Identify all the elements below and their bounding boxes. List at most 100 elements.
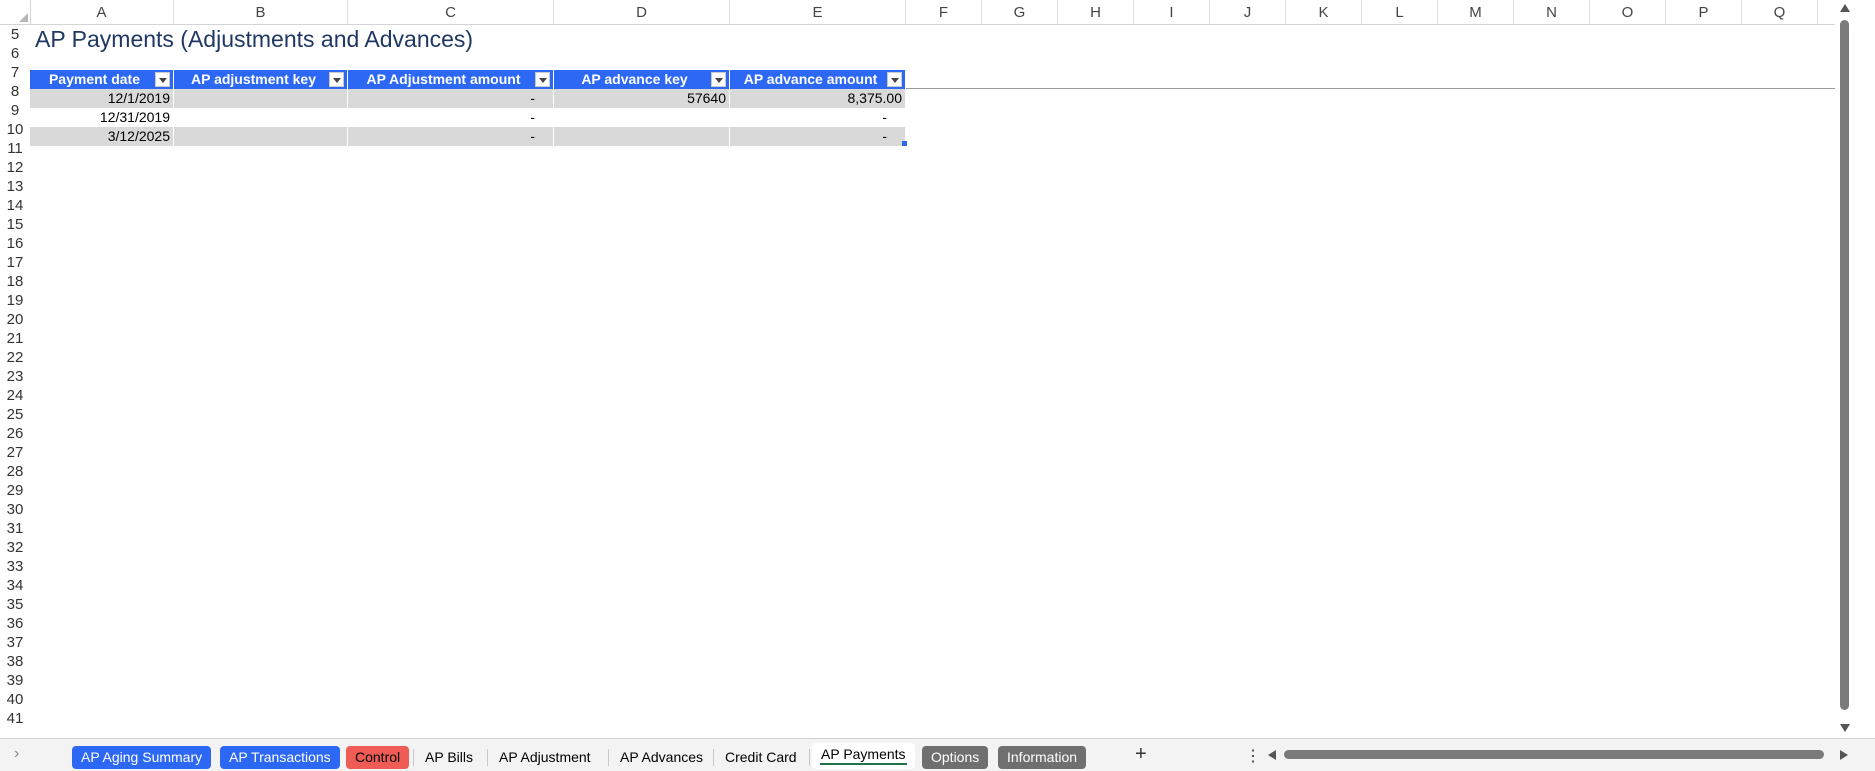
vertical-scroll-thumb[interactable] xyxy=(1840,20,1849,710)
row-header[interactable]: 22 xyxy=(0,347,30,366)
chevron-right-icon[interactable]: › xyxy=(14,745,19,763)
row-header[interactable]: 10 xyxy=(0,119,30,138)
row-header[interactable]: 32 xyxy=(0,537,30,556)
row-header[interactable]: 7 xyxy=(0,62,30,81)
column-header[interactable]: K xyxy=(1286,0,1362,24)
row-header[interactable]: 11 xyxy=(0,138,30,157)
row-header[interactable]: 40 xyxy=(0,689,30,708)
row-header[interactable]: 38 xyxy=(0,651,30,670)
row-header[interactable]: 29 xyxy=(0,480,30,499)
table-cell[interactable]: 12/1/2019 xyxy=(30,89,174,108)
row-header[interactable]: 15 xyxy=(0,214,30,233)
column-header[interactable]: O xyxy=(1590,0,1666,24)
column-header[interactable]: N xyxy=(1514,0,1590,24)
row-header[interactable]: 21 xyxy=(0,328,30,347)
row-header[interactable]: 36 xyxy=(0,613,30,632)
sheet-tab[interactable]: AP Advances xyxy=(611,746,712,769)
row-header[interactable]: 23 xyxy=(0,366,30,385)
row-header[interactable]: 41 xyxy=(0,708,30,727)
sheet-tab[interactable]: AP Payments xyxy=(812,743,915,769)
table-cell[interactable]: 12/31/2019 xyxy=(30,108,174,127)
table-cell[interactable]: - xyxy=(730,127,906,146)
table-cell[interactable]: - xyxy=(348,127,554,146)
table-header-cell[interactable]: AP Adjustment amount xyxy=(348,70,554,89)
sheet-tab[interactable]: Control xyxy=(346,746,410,769)
table-header-cell[interactable]: Payment date xyxy=(30,70,174,89)
table-cell[interactable]: 57640 xyxy=(554,89,730,108)
scroll-right-icon[interactable] xyxy=(1840,750,1848,760)
table-resize-handle[interactable] xyxy=(902,141,907,146)
column-header[interactable]: F xyxy=(906,0,982,24)
horizontal-scrollbar[interactable] xyxy=(1268,747,1848,763)
table-cell[interactable]: - xyxy=(730,108,906,127)
row-header[interactable]: 37 xyxy=(0,632,30,651)
row-header[interactable]: 20 xyxy=(0,309,30,328)
sheet-tab[interactable]: Options xyxy=(922,746,989,769)
filter-dropdown-icon[interactable] xyxy=(155,72,170,87)
column-header[interactable]: A xyxy=(30,0,174,24)
row-header[interactable]: 24 xyxy=(0,385,30,404)
column-header[interactable]: J xyxy=(1210,0,1286,24)
cell-area[interactable]: AP Payments (Adjustments and Advances) P… xyxy=(30,24,1855,738)
table-cell[interactable]: 3/12/2025 xyxy=(30,127,174,146)
row-header[interactable]: 26 xyxy=(0,423,30,442)
row-header[interactable]: 6 xyxy=(0,43,30,62)
row-header[interactable]: 17 xyxy=(0,252,30,271)
column-header[interactable]: L xyxy=(1362,0,1438,24)
table-cell[interactable] xyxy=(174,89,348,108)
sheet-tab[interactable]: AP Transactions xyxy=(220,746,340,769)
column-header[interactable]: G xyxy=(982,0,1058,24)
column-header[interactable]: C xyxy=(348,0,554,24)
sheet-tab[interactable]: AP Bills xyxy=(416,746,482,769)
column-header[interactable]: B xyxy=(174,0,348,24)
column-header[interactable]: I xyxy=(1134,0,1210,24)
row-header[interactable]: 30 xyxy=(0,499,30,518)
filter-dropdown-icon[interactable] xyxy=(329,72,344,87)
more-vertical-icon[interactable]: ⋮ xyxy=(1245,746,1261,766)
table-cell[interactable] xyxy=(174,108,348,127)
table-header-cell[interactable]: AP advance amount xyxy=(730,70,906,89)
table-cell[interactable]: - xyxy=(348,89,554,108)
column-header[interactable]: H xyxy=(1058,0,1134,24)
filter-dropdown-icon[interactable] xyxy=(535,72,550,87)
plus-icon[interactable]: + xyxy=(1135,743,1147,766)
row-header[interactable]: 27 xyxy=(0,442,30,461)
row-header[interactable]: 18 xyxy=(0,271,30,290)
sheet-tab[interactable]: Information xyxy=(998,746,1087,769)
scroll-up-icon[interactable] xyxy=(1840,4,1850,12)
sheet-tab[interactable]: Credit Card xyxy=(716,746,806,769)
row-header[interactable]: 31 xyxy=(0,518,30,537)
vertical-scrollbar[interactable] xyxy=(1835,0,1855,738)
row-header[interactable]: 25 xyxy=(0,404,30,423)
horizontal-scroll-thumb[interactable] xyxy=(1284,750,1824,759)
table-header-cell[interactable]: AP advance key xyxy=(554,70,730,89)
column-header[interactable]: M xyxy=(1438,0,1514,24)
table-header-cell[interactable]: AP adjustment key xyxy=(174,70,348,89)
row-header[interactable]: 14 xyxy=(0,195,30,214)
table-cell[interactable] xyxy=(174,127,348,146)
row-header[interactable]: 34 xyxy=(0,575,30,594)
column-header[interactable]: P xyxy=(1666,0,1742,24)
row-header[interactable]: 9 xyxy=(0,100,30,119)
table-cell[interactable]: 8,375.00 xyxy=(730,89,906,108)
table-cell[interactable] xyxy=(554,127,730,146)
column-header[interactable]: E xyxy=(730,0,906,24)
scroll-down-icon[interactable] xyxy=(1840,724,1850,732)
row-header[interactable]: 28 xyxy=(0,461,30,480)
column-header[interactable]: Q xyxy=(1742,0,1818,24)
row-header[interactable]: 13 xyxy=(0,176,30,195)
row-header[interactable]: 8 xyxy=(0,81,30,100)
select-all-corner[interactable] xyxy=(0,0,31,24)
row-header[interactable]: 33 xyxy=(0,556,30,575)
table-cell[interactable]: - xyxy=(348,108,554,127)
row-header[interactable]: 35 xyxy=(0,594,30,613)
row-header[interactable]: 12 xyxy=(0,157,30,176)
scroll-left-icon[interactable] xyxy=(1268,750,1276,760)
sheet-title[interactable]: AP Payments (Adjustments and Advances) xyxy=(35,26,473,53)
row-header[interactable]: 16 xyxy=(0,233,30,252)
column-header[interactable]: D xyxy=(554,0,730,24)
table-cell[interactable] xyxy=(554,108,730,127)
filter-dropdown-icon[interactable] xyxy=(711,72,726,87)
row-header[interactable]: 39 xyxy=(0,670,30,689)
sheet-tab[interactable]: AP Aging Summary xyxy=(72,746,212,769)
